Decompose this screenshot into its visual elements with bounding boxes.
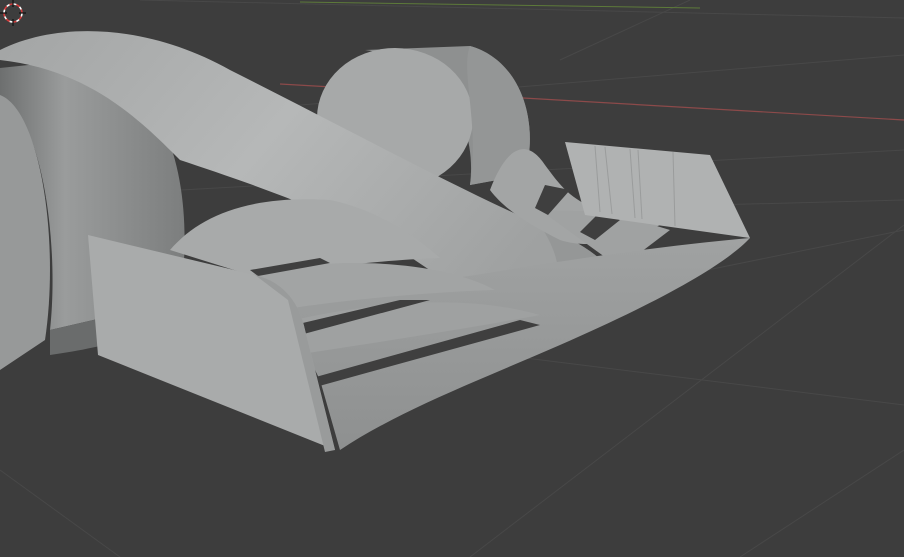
3d-viewport[interactable] bbox=[0, 0, 904, 557]
3d-cursor-icon[interactable] bbox=[0, 0, 26, 26]
viewport-scene bbox=[0, 0, 904, 557]
